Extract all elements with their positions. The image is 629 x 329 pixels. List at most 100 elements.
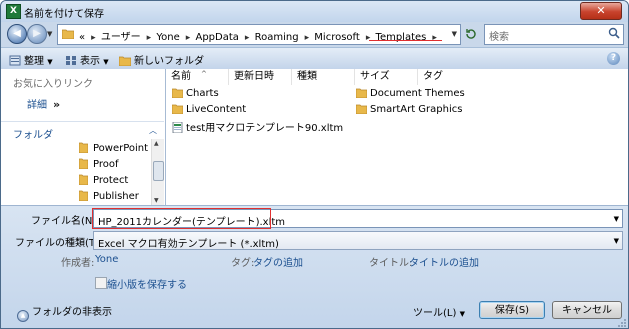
forward-button[interactable]: ▶: [27, 24, 47, 44]
filetype-label: ファイルの種類(T):: [15, 238, 103, 249]
favorite-links-title: お気に入りリンク: [13, 79, 93, 90]
column-name[interactable]: 名前 ^: [166, 69, 229, 85]
file-list: 名前 ^ 更新日時 種類 サイズ タグ Charts LiveContent te…: [166, 69, 628, 205]
folders-header[interactable]: フォルダ ︿: [1, 121, 164, 141]
command-toolbar: 整理 ▼ 表示 ▼ 新しいフォルダ ?: [1, 47, 628, 70]
save-thumbnail-label[interactable]: 縮小版を保存する: [107, 276, 187, 291]
tree-item-powerpoint[interactable]: PowerPoint: [79, 142, 148, 156]
folder-icon: [62, 29, 74, 39]
chevron-up-icon: ▲: [17, 310, 29, 322]
tools-label: ツール(L): [413, 308, 457, 319]
close-button[interactable]: ✕: [580, 2, 622, 20]
breadcrumb-users[interactable]: ユーザー: [101, 32, 141, 43]
organize-button[interactable]: 整理 ▼: [9, 52, 53, 67]
highlight-underline: [369, 40, 442, 41]
list-item[interactable]: test用マクロテンプレート90.xltm: [172, 119, 344, 134]
folder-icon: [79, 142, 88, 153]
scroll-thumb[interactable]: [153, 161, 164, 181]
new-folder-icon: [119, 56, 131, 66]
search-input[interactable]: 検索: [489, 28, 509, 43]
breadcrumb-yone[interactable]: Yone: [156, 32, 179, 43]
chevron-down-icon[interactable]: ▼: [614, 237, 619, 245]
scroll-down-icon[interactable]: ▼: [154, 197, 159, 204]
new-folder-label: 新しいフォルダ: [134, 56, 204, 67]
breadcrumb-appdata[interactable]: AppData: [195, 32, 238, 43]
column-label: 名前: [171, 71, 191, 82]
tree-item-label: Publisher: [93, 191, 139, 202]
column-size[interactable]: サイズ: [355, 69, 418, 85]
hide-folders-button[interactable]: ▲ フォルダの非表示: [17, 303, 112, 322]
file-name: LiveContent: [186, 104, 247, 115]
view-icon: [66, 56, 76, 65]
breadcrumb-templates[interactable]: Templates: [376, 32, 427, 43]
tools-button[interactable]: ツール(L) ▼: [413, 304, 465, 319]
folder-icon: [172, 104, 183, 114]
double-chevron-icon: »: [53, 98, 61, 111]
column-type[interactable]: 種類: [292, 69, 355, 85]
save-thumbnail-checkbox[interactable]: [95, 277, 107, 289]
folder-icon: [79, 158, 88, 169]
navigation-row: ◀ ▶ ▼ «▸ ユーザー ▸ Yone ▸ AppData ▸ Roaming ▸ M…: [1, 22, 628, 46]
folder-icon: [79, 190, 88, 201]
details-label: 詳細: [27, 100, 47, 111]
file-name: Charts: [186, 88, 219, 99]
view-label: 表示: [80, 56, 100, 67]
tree-scrollbar[interactable]: ▲ ▼: [151, 139, 164, 205]
file-name: SmartArt Graphics: [370, 104, 463, 115]
column-tags[interactable]: タグ: [418, 69, 481, 85]
new-folder-button[interactable]: 新しいフォルダ: [119, 52, 204, 67]
title-bar: X 名前を付けて保存 ✕: [1, 1, 628, 22]
details-link[interactable]: 詳細 »: [27, 96, 60, 111]
folder-icon: [79, 174, 88, 185]
filename-highlight: [92, 208, 271, 229]
hide-folders-label: フォルダの非表示: [32, 307, 112, 318]
filename-label: ファイル名(N):: [31, 216, 100, 227]
author-value[interactable]: Yone: [95, 254, 118, 265]
breadcrumb-overflow[interactable]: «: [79, 32, 85, 43]
tree-item-protect[interactable]: Protect: [79, 174, 128, 188]
help-icon[interactable]: ?: [607, 52, 620, 65]
folder-icon: [356, 88, 367, 98]
tree-item-label: PowerPoint: [93, 143, 149, 154]
tags-value[interactable]: タグの追加: [253, 254, 303, 269]
chevron-up-icon: ︿: [149, 126, 157, 135]
folder-tree: PowerPoint Proof Protect Publisher: [1, 139, 151, 205]
chevron-down-icon: ▼: [47, 58, 53, 66]
column-modified[interactable]: 更新日時: [229, 69, 292, 85]
cancel-button[interactable]: キャンセル: [552, 301, 622, 319]
search-icon[interactable]: [608, 27, 620, 39]
address-bar[interactable]: «▸ ユーザー ▸ Yone ▸ AppData ▸ Roaming ▸ Microso…: [57, 24, 461, 45]
excel-template-icon: [172, 122, 183, 133]
tree-item-publisher[interactable]: Publisher: [79, 190, 139, 204]
chevron-down-icon[interactable]: ▼: [614, 215, 619, 223]
refresh-icon[interactable]: [465, 28, 477, 40]
list-item[interactable]: Document Themes: [356, 87, 465, 101]
filetype-select[interactable]: Excel マクロ有効テンプレート (*.xltm) ▼: [93, 231, 623, 250]
scroll-up-icon[interactable]: ▲: [154, 140, 159, 147]
breadcrumb-roaming[interactable]: Roaming: [255, 32, 299, 43]
back-button[interactable]: ◀: [7, 24, 27, 44]
title-value[interactable]: タイトルの追加: [409, 254, 479, 269]
search-box[interactable]: 検索: [484, 24, 624, 45]
list-item[interactable]: SmartArt Graphics: [356, 103, 462, 117]
save-button[interactable]: 保存(S): [479, 301, 545, 319]
excel-app-icon: X: [6, 4, 21, 19]
address-dropdown-icon[interactable]: ▼: [452, 30, 457, 38]
view-button[interactable]: 表示 ▼: [65, 52, 109, 67]
chevron-down-icon: ▼: [103, 58, 109, 66]
folder-icon: [356, 104, 367, 114]
organize-icon: [9, 55, 21, 66]
save-form: ファイル名(N): HP_2011カレンダー(テンプレート).xltm ▼ ファ…: [1, 205, 628, 328]
author-label: 作成者:: [61, 258, 95, 269]
recent-pages-dropdown-icon[interactable]: ▼: [47, 30, 52, 38]
tree-item-label: Proof: [93, 159, 119, 170]
resize-grip-icon[interactable]: [616, 317, 626, 327]
file-name: test用マクロテンプレート90.xltm: [186, 123, 344, 134]
list-item[interactable]: Charts: [172, 87, 219, 101]
tree-item-proof[interactable]: Proof: [79, 158, 119, 172]
breadcrumb-microsoft[interactable]: Microsoft: [314, 32, 360, 43]
chevron-down-icon: ▼: [459, 310, 465, 318]
list-item[interactable]: LiveContent: [172, 103, 246, 117]
folder-icon: [172, 88, 183, 98]
filetype-value: Excel マクロ有効テンプレート (*.xltm): [98, 239, 279, 250]
